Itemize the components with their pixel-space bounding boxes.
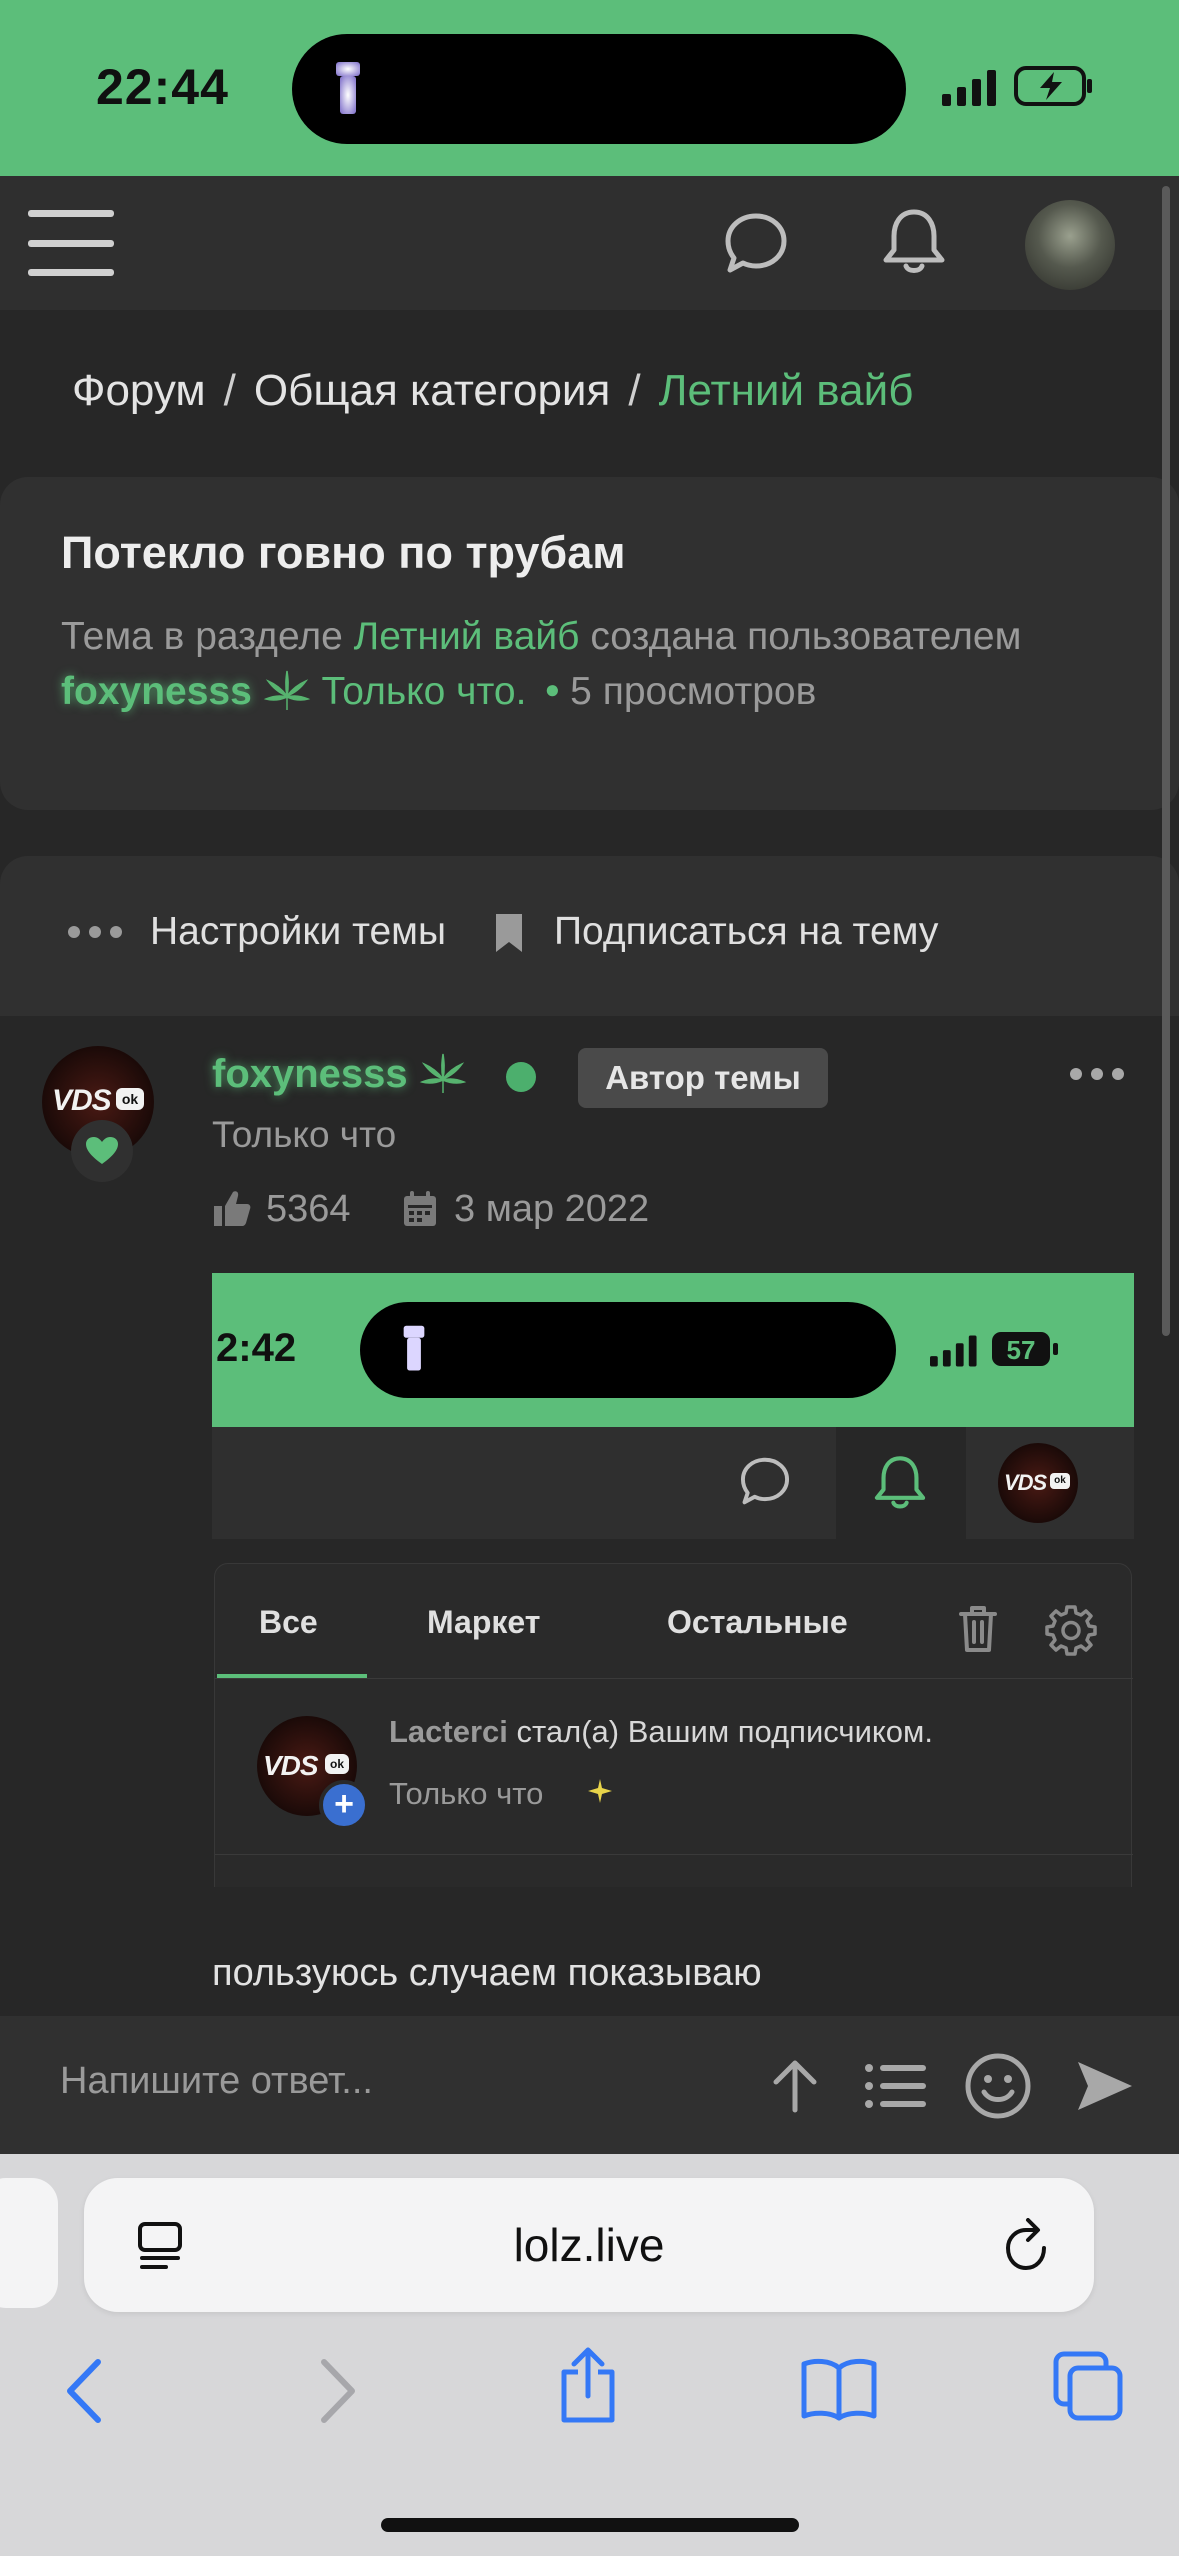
tab-market: Маркет (427, 1604, 541, 1640)
dynamic-island (292, 34, 906, 144)
embedded-battery-level: 57 (1007, 1335, 1036, 1365)
thread-author-badge: Автор темы (578, 1048, 828, 1108)
heart-icon (86, 1137, 118, 1164)
breadcrumb-section[interactable]: Летний вайб (659, 366, 914, 415)
calendar-icon (404, 1191, 436, 1226)
previous-tab-edge[interactable] (0, 2178, 58, 2308)
reply-input[interactable]: Напишите ответ... (60, 2060, 373, 2103)
avatar-logo-badge: ok (116, 1088, 144, 1110)
breadcrumb-category[interactable]: Общая категория (254, 366, 610, 415)
meta-prefix: Тема в разделе (61, 615, 343, 658)
flashlight-icon (336, 62, 360, 114)
avatar-logo-badge: ok (1050, 1473, 1070, 1489)
scrollbar[interactable] (1162, 186, 1170, 1336)
breadcrumb-separator: / (628, 366, 641, 415)
cannabis-leaf-icon (419, 1053, 467, 1093)
notification-divider (215, 1854, 1133, 1855)
notification-user: Lacterci (389, 1714, 508, 1749)
cannabis-leaf-icon (263, 670, 310, 710)
top-navbar (0, 176, 1179, 310)
follow-plus-icon: + (319, 1780, 369, 1830)
status-time: 22:44 (96, 59, 229, 115)
thread-author-link[interactable]: foxynesss (61, 670, 252, 713)
address-bar[interactable]: lolz.live (84, 2178, 1094, 2312)
chat-icon[interactable] (722, 210, 790, 276)
thread-section-link[interactable]: Летний вайб (354, 615, 580, 658)
thread-settings-button[interactable]: Настройки темы (150, 910, 446, 954)
home-indicator[interactable] (381, 2518, 799, 2532)
signal-icon (930, 1335, 977, 1367)
battery-icon (1014, 66, 1092, 106)
flashlight-icon (403, 1325, 425, 1371)
online-status-dot (506, 1062, 536, 1092)
tabs-icon[interactable] (1052, 2350, 1124, 2422)
avatar-logo-text: VDS (263, 1750, 319, 1781)
signal-icon (942, 70, 996, 106)
meta-created: создана пользователем (590, 615, 1022, 658)
post-message-text: пользуюсь случаем показываю (212, 1952, 762, 1994)
embedded-status-time: 2:42 (216, 1326, 297, 1370)
thread-actions-bar: Настройки темы Подписаться на тему (0, 856, 1179, 1016)
embedded-notifications-panel: Все Маркет Остальные VDS ok + Lacterci с… (214, 1563, 1133, 1887)
thread-header: Потекло говно по трубам Тема в разделе Л… (0, 477, 1179, 810)
embedded-header: VDS ok (212, 1427, 1134, 1539)
post-time: Только что (212, 1114, 397, 1155)
menu-icon[interactable] (28, 206, 114, 280)
tab-all: Все (259, 1604, 318, 1640)
thread-meta: Тема в разделе Летний вайб создана польз… (61, 611, 1121, 718)
bell-icon[interactable] (880, 206, 948, 278)
registration-date: 3 мар 2022 (454, 1188, 650, 1230)
trash-icon (959, 1606, 997, 1652)
views-label: просмотров (602, 670, 817, 713)
post-author[interactable]: foxynesss (212, 1052, 467, 1097)
notification-message: стал(а) Вашим подписчиком. (516, 1714, 933, 1749)
embedded-avatar: VDS ok (998, 1443, 1078, 1523)
share-icon[interactable] (556, 2346, 620, 2426)
reply-bar: Напишите ответ... (0, 2016, 1179, 2154)
notification-time: Только что (389, 1776, 544, 1811)
status-bar: 22:44 (0, 0, 1179, 176)
bookmark-icon[interactable] (494, 912, 524, 954)
meta-dot: ● (544, 674, 561, 704)
smile-icon[interactable] (964, 2052, 1032, 2120)
post-author-name[interactable]: foxynesss (212, 1052, 408, 1096)
breadcrumb: Форум / Общая категория / Летний вайб (72, 366, 913, 416)
likes-count: 5364 (266, 1188, 351, 1230)
user-avatar[interactable] (1025, 200, 1115, 290)
post-attached-image[interactable]: 2:42 57 VDS ok Все Маркет Остальные VDS … (212, 1273, 1134, 1887)
list-icon[interactable] (864, 2062, 928, 2110)
breadcrumb-forum[interactable]: Форум (72, 366, 206, 415)
forward-icon[interactable] (312, 2356, 362, 2426)
bell-icon (874, 1456, 926, 1509)
reaction-badge (71, 1120, 133, 1182)
avatar-logo-text: VDS (1004, 1470, 1047, 1495)
embedded-bell-tab (836, 1427, 966, 1539)
chat-icon (740, 1457, 790, 1505)
browser-toolbar: lolz.live (0, 2154, 1179, 2556)
embedded-status-bar: 2:42 57 (212, 1273, 1134, 1427)
tabs-divider (215, 1678, 1133, 1679)
bookmarks-icon[interactable] (800, 2356, 878, 2422)
url-text[interactable]: lolz.live (84, 2218, 1094, 2272)
sparkle-icon (588, 1779, 612, 1803)
post-more-icon[interactable] (1068, 1066, 1126, 1082)
tab-other: Остальные (667, 1604, 848, 1640)
upload-icon[interactable] (768, 2058, 822, 2114)
embedded-dynamic-island (360, 1302, 896, 1398)
avatar-logo-badge: ok (325, 1754, 349, 1774)
thread-created-time: Только что. (321, 670, 527, 713)
notification-text: Lacterci стал(а) Вашим подписчиком. (389, 1714, 933, 1750)
more-dots-icon[interactable] (66, 924, 124, 940)
avatar-logo-text: VDS (52, 1084, 112, 1117)
send-icon[interactable] (1074, 2056, 1134, 2116)
thread-title: Потекло говно по трубам (61, 527, 626, 578)
gear-icon (1045, 1605, 1097, 1656)
breadcrumb-separator: / (223, 366, 236, 415)
battery-icon: 57 (992, 1332, 1058, 1366)
like-icon (214, 1191, 251, 1226)
views-count: 5 (570, 670, 592, 713)
back-icon[interactable] (60, 2356, 110, 2426)
subscribe-thread-button[interactable]: Подписаться на тему (554, 910, 938, 954)
reload-icon[interactable] (1002, 2218, 1054, 2274)
